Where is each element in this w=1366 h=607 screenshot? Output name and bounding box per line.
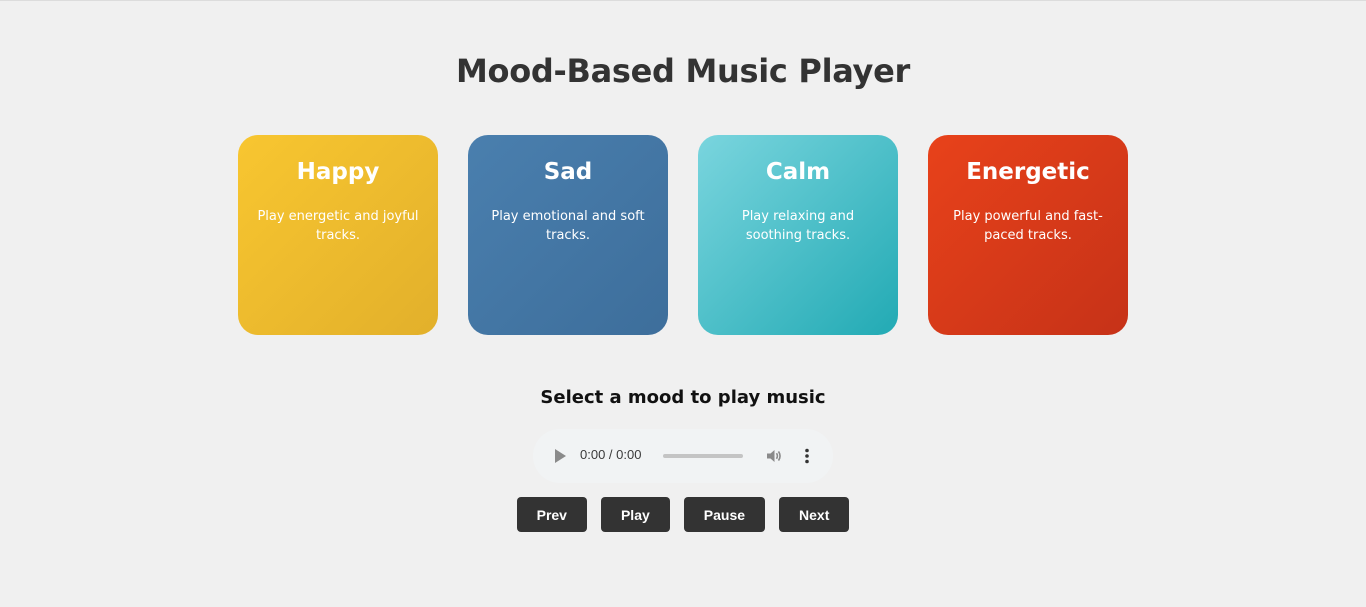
progress-bar[interactable] (663, 454, 743, 458)
mood-card-happy[interactable]: Happy Play energetic and joyful tracks. (238, 135, 438, 335)
mood-card-title: Calm (765, 159, 831, 185)
mood-card-sad[interactable]: Sad Play emotional and soft tracks. (468, 135, 668, 335)
time-display: 0:00 / 0:00 (580, 447, 642, 462)
mood-card-energetic[interactable]: Energetic Play powerful and fast-paced t… (928, 135, 1128, 335)
pause-button[interactable]: Pause (683, 497, 766, 532)
more-options-icon[interactable] (801, 447, 813, 465)
page-title: Mood-Based Music Player (455, 52, 910, 90)
mood-card-calm[interactable]: Calm Play relaxing and soothing tracks. (698, 135, 898, 335)
play-button[interactable]: Play (600, 497, 670, 532)
mood-card-title: Sad (543, 159, 593, 185)
audio-player[interactable]: 0:00 / 0:00 (533, 429, 833, 483)
play-icon[interactable] (555, 449, 566, 463)
playback-controls: Prev Play Pause Next (0, 497, 1366, 532)
next-button[interactable]: Next (779, 497, 850, 532)
mood-card-description: Play energetic and joyful tracks. (257, 209, 419, 243)
player-status: Select a mood to play music (540, 387, 826, 408)
prev-button[interactable]: Prev (516, 497, 587, 532)
mood-card-description: Play relaxing and soothing tracks. (741, 209, 855, 243)
mood-card-title: Happy (296, 159, 380, 185)
mood-card-description: Play powerful and fast-paced tracks. (953, 209, 1103, 243)
volume-icon[interactable] (765, 447, 783, 465)
top-border (0, 0, 1366, 1)
mood-card-description: Play emotional and soft tracks. (491, 209, 645, 243)
mood-cards: Happy Play energetic and joyful tracks. … (238, 135, 1128, 335)
mood-card-title: Energetic (966, 159, 1090, 185)
